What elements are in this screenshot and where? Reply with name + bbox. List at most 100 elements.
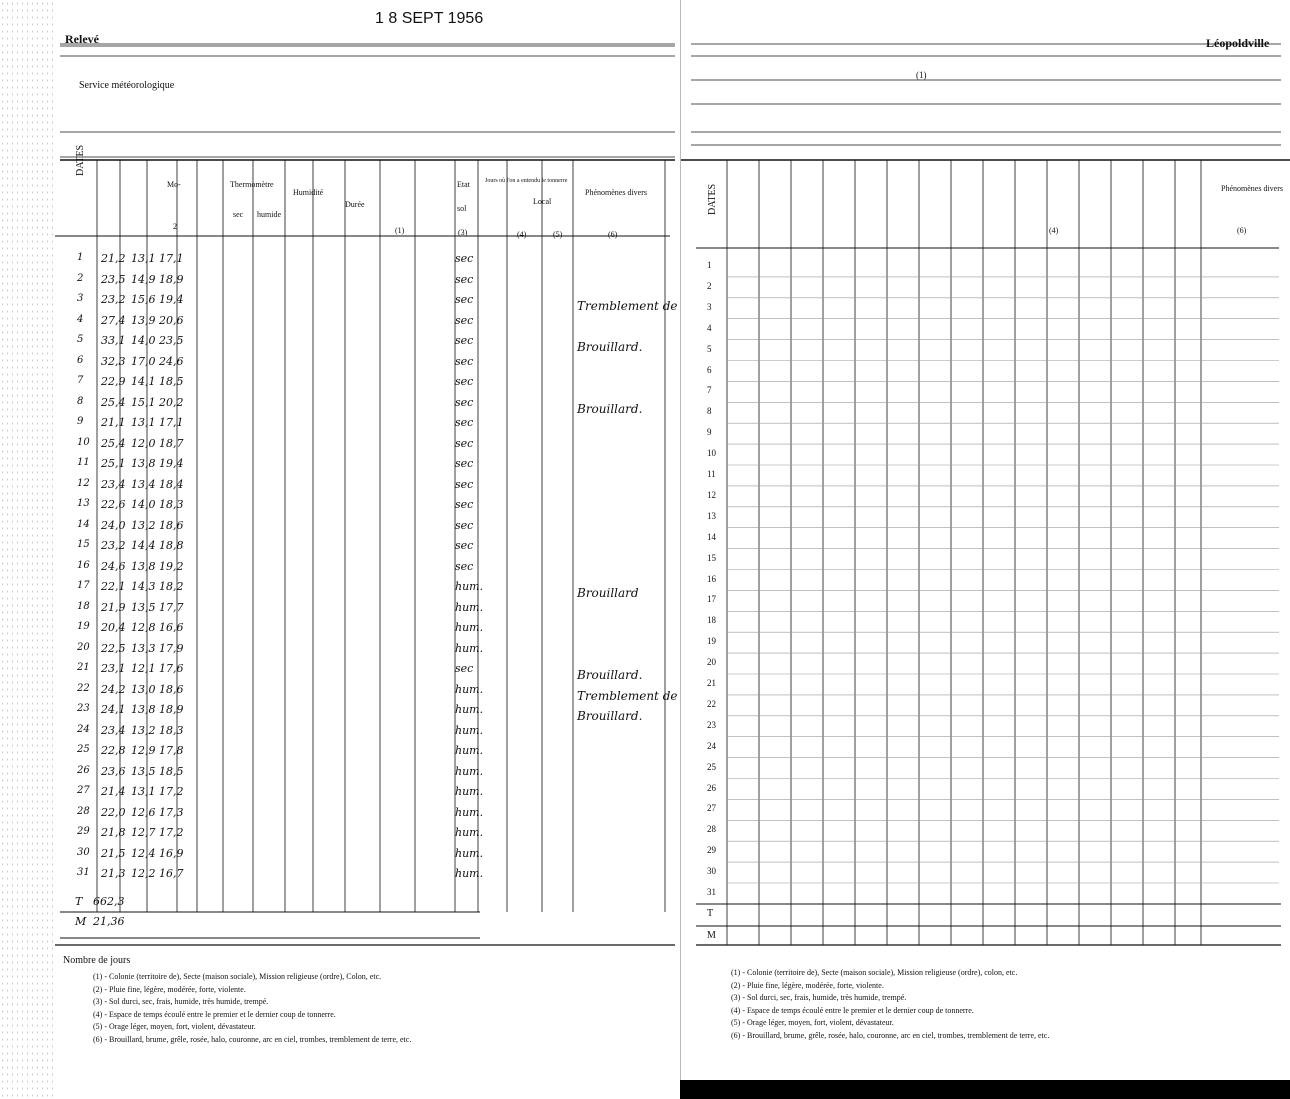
- row-min: 15,6: [131, 293, 156, 306]
- row-mean: 18,4: [159, 477, 184, 491]
- row-mean: 18,8: [159, 539, 184, 552]
- row-day: 21: [77, 662, 90, 673]
- row-day: 25: [77, 744, 90, 755]
- row-min: 12,8: [131, 621, 156, 634]
- right-header-ref: (1): [916, 70, 927, 80]
- right-day-number: 30: [707, 866, 716, 877]
- row-max: 23,4: [101, 723, 126, 737]
- col-n5: (5): [553, 230, 563, 239]
- col-n1: (1): [395, 226, 405, 235]
- right-day-number: 9: [707, 427, 712, 438]
- row-mean: 19,4: [159, 293, 184, 306]
- right-col-n6: (6): [1237, 226, 1247, 235]
- right-day-number: 18: [707, 615, 716, 626]
- right-day-number: 5: [707, 343, 712, 354]
- row-day: 13: [77, 498, 90, 509]
- footnote: (6) - Brouillard, brume, grêle, rosée, h…: [93, 1034, 412, 1044]
- row-mean: 16,9: [159, 846, 184, 860]
- row-min: 14,0: [131, 498, 156, 511]
- footnote: (3) - Sol durci, sec, frais, humide, trè…: [93, 997, 269, 1006]
- row-max: 24,6: [101, 559, 126, 573]
- row-day: 1: [77, 252, 84, 263]
- row-mean: 19,2: [159, 559, 184, 573]
- footnote: (1) - Colonie (territoire de), Secte (ma…: [93, 972, 382, 981]
- row-sol: hum.: [455, 764, 484, 778]
- row-mean: 17,7: [159, 600, 184, 614]
- row-max: 25,4: [101, 436, 126, 450]
- right-day-number: 15: [707, 552, 716, 563]
- row-min: 13,3: [131, 641, 156, 655]
- row-sol: sec: [455, 272, 474, 286]
- row-sol: hum.: [455, 744, 484, 757]
- row-day: 16: [77, 559, 90, 571]
- phenomenon-note: Brouillard: [577, 586, 639, 600]
- right-day-number: 17: [707, 594, 716, 605]
- row-day: 3: [77, 293, 84, 304]
- row-day: 7: [77, 375, 84, 386]
- col-phenomenes: Phénomènes divers: [585, 188, 647, 197]
- row-day: 23: [77, 703, 90, 714]
- right-day-number: 8: [707, 406, 712, 417]
- row-sol: sec: [455, 293, 474, 306]
- total-label: T: [75, 895, 83, 908]
- row-min: 13,0: [131, 682, 156, 696]
- col-n2: 2: [173, 222, 177, 231]
- row-mean: 18,2: [159, 580, 184, 593]
- right-day-number: 1: [707, 260, 712, 270]
- row-day: 31: [77, 867, 90, 878]
- row-mean: 18,5: [159, 375, 184, 388]
- row-max: 22,8: [101, 744, 126, 757]
- row-min: 13,8: [131, 703, 156, 716]
- right-day-number: 16: [707, 573, 716, 584]
- right-day-number: 22: [707, 698, 716, 709]
- row-sol: sec: [455, 436, 474, 450]
- row-sol: sec: [455, 416, 474, 429]
- col-n6: (6): [608, 230, 618, 239]
- row-mean: 20,6: [159, 313, 184, 327]
- row-sol: hum.: [455, 600, 484, 614]
- row-sol: hum.: [455, 826, 484, 839]
- row-max: 22,9: [101, 375, 126, 388]
- row-mean: 20,2: [159, 395, 184, 409]
- right-day-number: 7: [707, 385, 712, 396]
- row-max: 21,2: [101, 252, 126, 265]
- row-day: 9: [77, 416, 84, 427]
- row-max: 20,4: [101, 621, 126, 634]
- row-day: 26: [77, 764, 90, 776]
- row-sol: hum.: [455, 641, 484, 655]
- row-max: 23,4: [101, 477, 126, 491]
- row-day: 22: [77, 682, 90, 694]
- row-max: 23,6: [101, 764, 126, 778]
- row-min: 13,2: [131, 518, 156, 532]
- row-min: 17,0: [131, 354, 156, 368]
- row-min: 13,2: [131, 723, 156, 737]
- row-day: 14: [77, 518, 90, 530]
- right-day-number: 19: [707, 636, 716, 647]
- col-moyenne: Mo-: [167, 180, 181, 189]
- right-day-number: 21: [707, 678, 716, 688]
- row-mean: 24,6: [159, 354, 184, 368]
- row-max: 24,1: [101, 703, 126, 716]
- footnote: (3) - Sol durci, sec, frais, humide, trè…: [731, 993, 907, 1002]
- row-min: 14,4: [131, 539, 156, 552]
- row-day: 15: [77, 539, 90, 550]
- row-mean: 17,2: [159, 826, 184, 839]
- row-mean: 18,9: [159, 703, 184, 716]
- right-page: Léopoldville (1) DATES Phénomènes divers…: [680, 0, 1290, 1080]
- col-jours: Jours où l'on a entendu le tonnerre: [485, 178, 568, 184]
- col-n3: (3): [458, 228, 468, 237]
- row-day: 29: [77, 826, 90, 837]
- row-max: 22,1: [101, 580, 126, 593]
- row-max: 22,5: [101, 641, 126, 655]
- row-max: 21,5: [101, 846, 126, 860]
- right-day-number: 3: [707, 301, 712, 312]
- row-sol: hum.: [455, 621, 484, 634]
- row-mean: 18,3: [159, 498, 184, 511]
- footnote: (5) - Orage léger, moyen, fort, violent,…: [731, 1018, 894, 1027]
- row-sol: sec: [455, 395, 474, 409]
- right-col-phenomenes: Phénomènes divers: [1221, 184, 1283, 193]
- footnote: (6) - Brouillard, brume, grêle, rosée, h…: [731, 1030, 1050, 1040]
- row-min: 14,3: [131, 580, 156, 593]
- row-min: 15,1: [131, 395, 156, 409]
- row-sol: sec: [455, 498, 474, 511]
